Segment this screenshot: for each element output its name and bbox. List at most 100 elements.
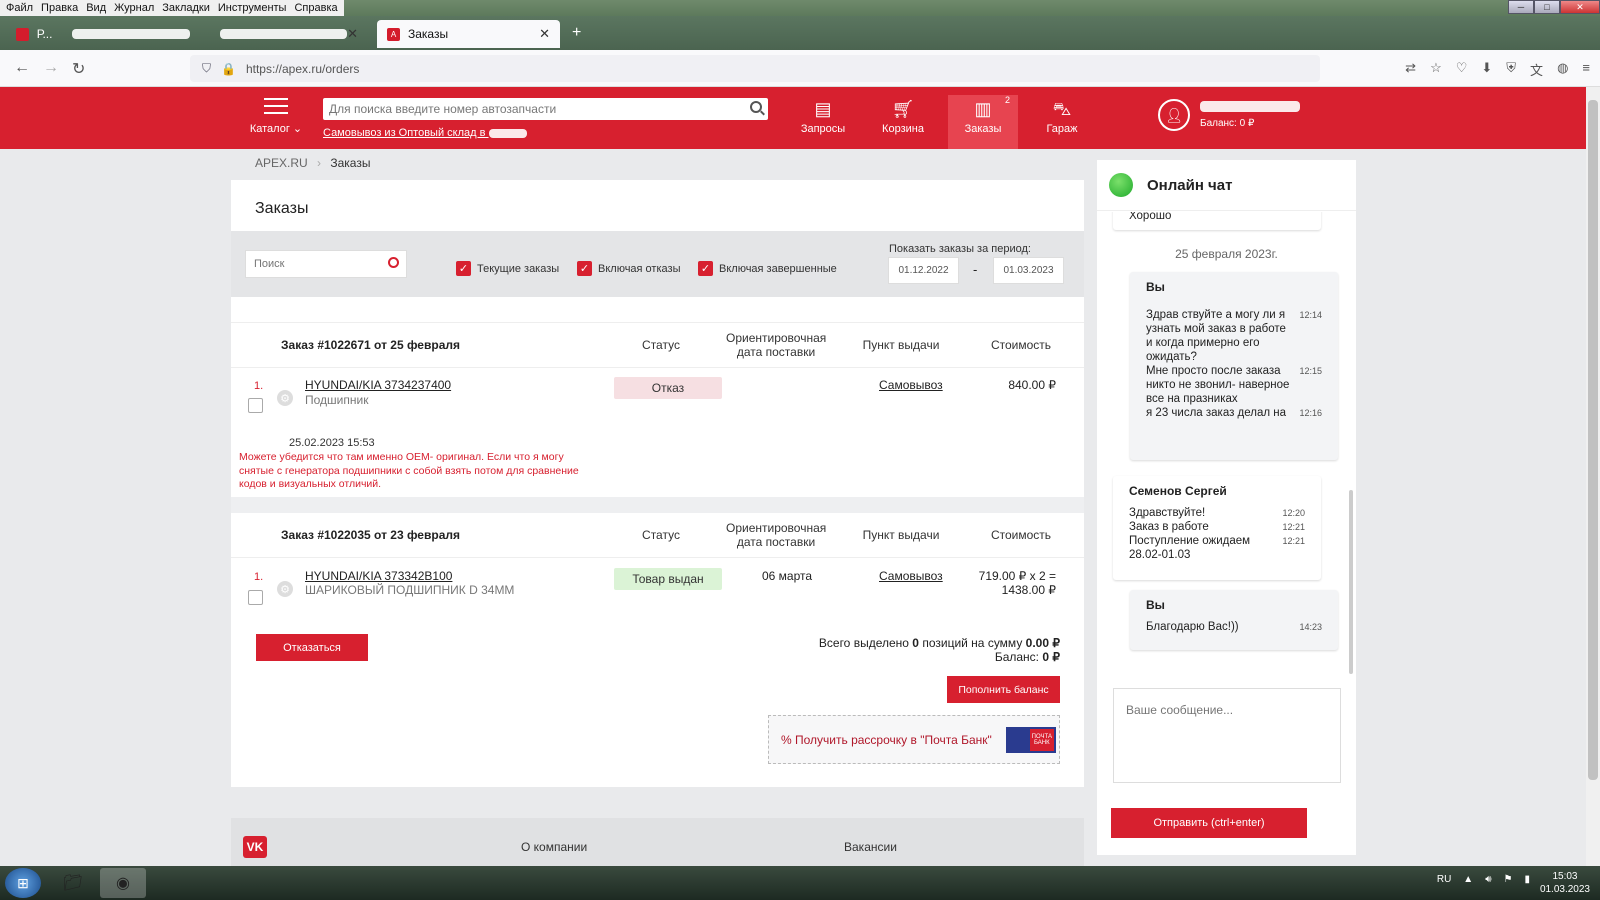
order-separator <box>231 497 1084 513</box>
pickup-link[interactable]: Самовывоз <box>879 378 943 392</box>
orders-badge: 2 <box>1004 95 1010 105</box>
breadcrumb-root[interactable]: APEX.RU <box>255 156 308 170</box>
nav-garage-label: Гараж <box>1046 123 1078 135</box>
vk-icon[interactable]: VK <box>243 836 267 858</box>
system-tray: RU ▲ 🔊︎ ⚑ ▮ <box>1437 874 1530 885</box>
browser-tabbar: Р... ✕ A Заказы ✕ + <box>0 16 1600 50</box>
topup-balance-button[interactable]: Пополнить баланс <box>947 676 1060 703</box>
item-checkbox[interactable] <box>248 590 263 605</box>
menu-view[interactable]: Вид <box>82 2 110 14</box>
minimize-icon[interactable]: ─ <box>1508 0 1534 14</box>
nav-cart[interactable]: 🛒︎ Корзина <box>868 95 938 149</box>
language-indicator[interactable]: RU <box>1437 874 1451 885</box>
back-icon[interactable]: ← <box>14 59 30 77</box>
menu-history[interactable]: Журнал <box>110 2 158 14</box>
date-to-input[interactable]: 01.03.2023 <box>993 257 1064 284</box>
part-link[interactable]: HYUNDAI/KIA 373342B100 <box>305 569 452 583</box>
page-scrollbar-thumb[interactable] <box>1588 100 1598 780</box>
user-account[interactable]: 👤︎ Баланс: 0 ₽ <box>1158 99 1300 131</box>
chat-message-input[interactable] <box>1113 688 1341 783</box>
forward-icon[interactable]: → <box>43 59 59 77</box>
tab-active-label: Заказы <box>408 27 449 41</box>
tab-favicon-icon <box>16 27 29 41</box>
chat-line-text: Благодарю Вас!)) <box>1146 621 1239 633</box>
close-window-icon[interactable]: ✕ <box>1560 0 1600 14</box>
menu-icon[interactable]: ≡ <box>1582 60 1590 79</box>
nav-orders[interactable]: 2 ▥ Заказы <box>948 95 1018 149</box>
checkbox-checked-icon[interactable]: ✓ <box>698 261 713 276</box>
part-search-input[interactable] <box>329 102 739 116</box>
chat-line-text: Заказ в работе <box>1129 521 1209 533</box>
menu-edit[interactable]: Правка <box>37 2 82 14</box>
filter-incl-completed[interactable]: ✓ Включая завершенные <box>698 261 837 276</box>
tab-close-icon[interactable]: ✕ <box>347 26 358 42</box>
orders-search-input[interactable] <box>254 258 374 270</box>
date-range-dash: - <box>973 262 978 277</box>
firefox-icon[interactable]: ◉ <box>100 868 146 898</box>
tab-close-icon[interactable]: ✕ <box>539 26 550 42</box>
chat-line: Благодарю Вас!)) 14:23 <box>1146 620 1322 634</box>
refuse-button[interactable]: Отказаться <box>256 634 368 661</box>
menu-tools[interactable]: Инструменты <box>214 2 291 14</box>
shield-icon: ⛉ <box>202 61 212 75</box>
bookmark-star-icon[interactable]: ☆ <box>1430 60 1442 79</box>
footer-jobs-link[interactable]: Вакансии <box>844 840 897 854</box>
catalog-button[interactable]: Каталог ⌄ <box>248 95 304 135</box>
search-icon[interactable] <box>388 257 399 268</box>
globe-icon[interactable]: ◍ <box>1557 60 1568 79</box>
col-pickup: Пункт выдачи <box>862 528 940 542</box>
menu-bookmarks[interactable]: Закладки <box>158 2 214 14</box>
tab-orders[interactable]: A Заказы ✕ <box>377 20 560 48</box>
network-icon[interactable]: ▮ <box>1524 874 1530 885</box>
flag-icon[interactable]: ⚑ <box>1504 874 1513 885</box>
chat-message-text: Хорошо <box>1129 212 1172 222</box>
checkbox-checked-icon[interactable]: ✓ <box>577 261 592 276</box>
item-number: 1. <box>254 380 264 392</box>
chat-line-text: Поступление ожидаем 28.02-01.03 <box>1129 535 1251 561</box>
translate-icon[interactable]: ⇄ <box>1405 60 1416 79</box>
translate-extension-icon[interactable]: 文 <box>1530 60 1543 79</box>
search-icon[interactable] <box>750 101 762 113</box>
windows-start-icon[interactable]: ⊞ <box>5 868 41 898</box>
shield-extension-icon[interactable]: ⛨ <box>1506 60 1516 79</box>
system-clock[interactable]: 15:03 01.03.2023 <box>1540 870 1590 896</box>
part-link[interactable]: HYUNDAI/KIA 3734237400 <box>305 378 451 392</box>
nav-cart-label: Корзина <box>882 123 924 135</box>
requests-icon: ▤ <box>814 99 832 119</box>
menu-help[interactable]: Справка <box>290 2 341 14</box>
chat-send-button[interactable]: Отправить (ctrl+enter) <box>1111 808 1307 838</box>
chat-line-text: Здравствуйте! <box>1129 507 1206 519</box>
filter-current-orders[interactable]: ✓ Текущие заказы <box>456 261 559 276</box>
totals-sum: 0.00 ₽ <box>1025 636 1060 650</box>
pickup-location-link[interactable]: Самовывоз из Оптовый склад в <box>323 127 527 139</box>
checkbox-checked-icon[interactable]: ✓ <box>456 261 471 276</box>
volume-icon[interactable]: 🔊︎ <box>1485 874 1491 885</box>
date-from-input[interactable]: 01.12.2022 <box>888 257 959 284</box>
delivery-date: 06 марта <box>761 569 813 583</box>
chat-author: Вы <box>1146 598 1165 612</box>
pocket-icon[interactable]: ♡ <box>1456 60 1468 79</box>
menu-file[interactable]: Файл <box>2 2 37 14</box>
maximize-icon[interactable]: □ <box>1534 0 1560 14</box>
new-tab-icon[interactable]: + <box>572 24 581 42</box>
item-checkbox[interactable] <box>248 398 263 413</box>
chat-author: Семенов Сергей <box>1129 484 1227 498</box>
pickup-link[interactable]: Самовывоз <box>879 569 943 583</box>
nav-garage[interactable]: ⛍ Гараж <box>1027 95 1097 149</box>
chat-author: Вы <box>1146 280 1165 294</box>
tab-inactive[interactable]: Р... ✕ <box>6 20 368 48</box>
footer-about-link[interactable]: О компании <box>521 840 587 854</box>
reload-icon[interactable]: ↻ <box>72 59 85 79</box>
window-menubar: Файл Правка Вид Журнал Закладки Инструме… <box>0 0 1600 16</box>
extension-icon[interactable]: ⬇ <box>1481 60 1492 79</box>
nav-requests[interactable]: ▤ Запросы <box>788 95 858 149</box>
url-bar[interactable]: ⛉ 🔒 https://apex.ru/orders <box>190 55 1320 82</box>
orders-search <box>245 250 407 278</box>
breadcrumb-current: Заказы <box>330 156 371 170</box>
tray-expand-icon[interactable]: ▲ <box>1463 874 1473 885</box>
file-explorer-icon[interactable]: 📁︎ <box>50 868 96 898</box>
installment-banner[interactable]: % Получить рассрочку в "Почта Банк" ПОЧТ… <box>768 715 1060 764</box>
chat-scrollbar[interactable] <box>1349 490 1353 674</box>
filter-incl-refusals[interactable]: ✓ Включая отказы <box>577 261 680 276</box>
chat-header: Онлайн чат <box>1097 160 1356 211</box>
